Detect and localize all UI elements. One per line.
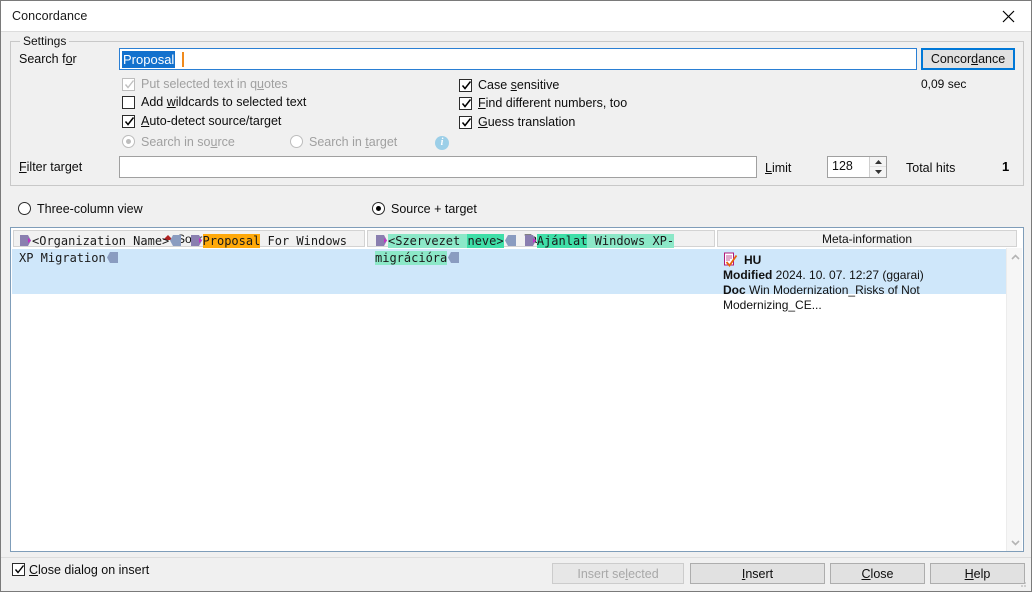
- radio-search-in-source: [122, 135, 135, 148]
- title-bar: Concordance: [1, 1, 1031, 32]
- insert-selected-button-label: Insert selected: [577, 567, 658, 581]
- checkbox-put-in-quotes: [122, 78, 135, 91]
- total-hits-value: 1: [1002, 159, 1009, 174]
- spinner-up-icon[interactable]: [870, 157, 886, 167]
- radio-three-column-view[interactable]: [18, 202, 31, 215]
- radio-search-in-source-label: Search in source: [141, 135, 235, 149]
- scroll-down-icon[interactable]: [1007, 534, 1023, 551]
- result-target-seg1a: <Szervezet: [388, 234, 467, 248]
- meta-modified-label: Modified: [723, 268, 772, 282]
- checkbox-auto-detect-label[interactable]: Auto-detect source/target: [141, 114, 281, 128]
- search-input[interactable]: Proposal: [119, 48, 917, 70]
- column-header-meta-label: Meta-information: [822, 232, 912, 246]
- tag-close-icon: [504, 234, 517, 247]
- check-mark-icon: [124, 78, 135, 91]
- window-title: Concordance: [12, 9, 87, 23]
- meta-language: HU: [744, 253, 761, 267]
- concordance-button[interactable]: Concordance: [921, 48, 1015, 70]
- checkbox-guess-translation[interactable]: [459, 116, 472, 129]
- checkbox-case-sensitive[interactable]: [459, 79, 472, 92]
- results-scrollbar[interactable]: [1006, 248, 1022, 551]
- radio-dot: [126, 139, 131, 144]
- spinner-down-icon[interactable]: [870, 167, 886, 177]
- check-mark-icon: [461, 79, 472, 92]
- text-caret: [182, 52, 184, 67]
- search-input-value: Proposal: [122, 51, 175, 68]
- meta-language-row: HU: [723, 252, 1015, 268]
- meta-modified-row: Modified 2024. 10. 07. 12:27 (ggarai): [723, 268, 1015, 283]
- filter-target-label: Filter target: [19, 160, 82, 174]
- help-button[interactable]: Help: [930, 563, 1025, 584]
- search-for-label: Search for: [19, 52, 77, 66]
- radio-three-column-view-label[interactable]: Three-column view: [37, 202, 143, 216]
- limit-spinner-buttons[interactable]: [869, 157, 886, 177]
- checkbox-case-sensitive-label[interactable]: Case sensitive: [478, 78, 559, 92]
- check-mark-icon: [14, 563, 25, 576]
- radio-search-in-target: [290, 135, 303, 148]
- tag-close-icon: [106, 251, 119, 264]
- tag-open-icon: [375, 234, 388, 247]
- document-check-icon: [723, 252, 738, 267]
- checkbox-close-on-insert[interactable]: [12, 563, 25, 576]
- tag-close-icon: [169, 234, 182, 247]
- results-panel: Source Target Meta-information <Organiza…: [10, 227, 1024, 552]
- tag-open-icon: [524, 234, 537, 247]
- checkbox-find-numbers-label[interactable]: Find different numbers, too: [478, 96, 627, 110]
- result-source-seg1: <Organization Name>: [32, 234, 169, 248]
- insert-button[interactable]: Insert: [690, 563, 825, 584]
- result-target-seg1b: neve>: [467, 234, 503, 248]
- meta-doc-row: Doc Win Modernization_Risks of Not Moder…: [723, 283, 1015, 313]
- radio-search-in-target-label: Search in target: [309, 135, 397, 149]
- settings-group-label: Settings: [20, 34, 69, 48]
- result-source-match: Proposal: [203, 234, 261, 248]
- checkbox-find-numbers[interactable]: [459, 97, 472, 110]
- checkbox-auto-detect[interactable]: [122, 115, 135, 128]
- meta-modified-value: 2024. 10. 07. 12:27 (ggarai): [776, 268, 924, 282]
- help-button-label: Help: [965, 567, 991, 581]
- tag-open-icon: [190, 234, 203, 247]
- result-source-cell[interactable]: <Organization Name> Proposal For Windows…: [13, 228, 367, 273]
- close-button-label: Close: [862, 567, 894, 581]
- tag-open-icon: [19, 234, 32, 247]
- meta-doc-value: Win Modernization_Risks of Not Modernizi…: [723, 283, 920, 312]
- check-mark-icon: [461, 116, 472, 129]
- resize-grip-icon[interactable]: [1016, 577, 1028, 589]
- insert-button-label: Insert: [742, 567, 773, 581]
- limit-stepper[interactable]: 128: [827, 156, 887, 178]
- checkbox-close-on-insert-label[interactable]: Close dialog on insert: [29, 563, 149, 577]
- result-target-match: Ajánlat: [537, 234, 588, 248]
- check-mark-icon: [461, 97, 472, 110]
- limit-value: 128: [832, 159, 853, 173]
- scroll-up-icon[interactable]: [1007, 248, 1023, 265]
- concordance-button-label: Concordance: [931, 52, 1005, 66]
- meta-doc-label: Doc: [723, 283, 746, 297]
- footer-divider: [1, 557, 1031, 558]
- tag-close-icon: [447, 251, 460, 264]
- result-meta-cell[interactable]: HU Modified 2024. 10. 07. 12:27 (ggarai)…: [719, 249, 1015, 294]
- info-icon[interactable]: i: [435, 136, 449, 150]
- radio-dot: [376, 206, 381, 211]
- close-icon[interactable]: [985, 1, 1031, 31]
- checkbox-add-wildcards-label[interactable]: Add wildcards to selected text: [141, 95, 306, 109]
- checkbox-guess-translation-label[interactable]: Guess translation: [478, 115, 575, 129]
- filter-target-input[interactable]: [119, 156, 757, 178]
- checkbox-put-in-quotes-label: Put selected text in quotes: [141, 77, 288, 91]
- checkbox-add-wildcards[interactable]: [122, 96, 135, 109]
- insert-selected-button: Insert selected: [552, 563, 684, 584]
- view-mode-row: Three-column view Source + target: [1, 197, 1031, 221]
- concordance-dialog: Concordance Settings Search for Proposal…: [0, 0, 1032, 592]
- radio-source-target-view[interactable]: [372, 202, 385, 215]
- elapsed-time: 0,09 sec: [921, 77, 966, 91]
- total-hits-label: Total hits: [906, 161, 955, 175]
- result-target-cell[interactable]: <Szervezet neve> Ajánlat Windows XP-migr…: [369, 228, 717, 273]
- close-button[interactable]: Close: [830, 563, 925, 584]
- limit-label: Limit: [765, 161, 791, 175]
- check-mark-icon: [124, 115, 135, 128]
- radio-source-target-view-label[interactable]: Source + target: [391, 202, 477, 216]
- column-header-meta[interactable]: Meta-information: [717, 230, 1017, 247]
